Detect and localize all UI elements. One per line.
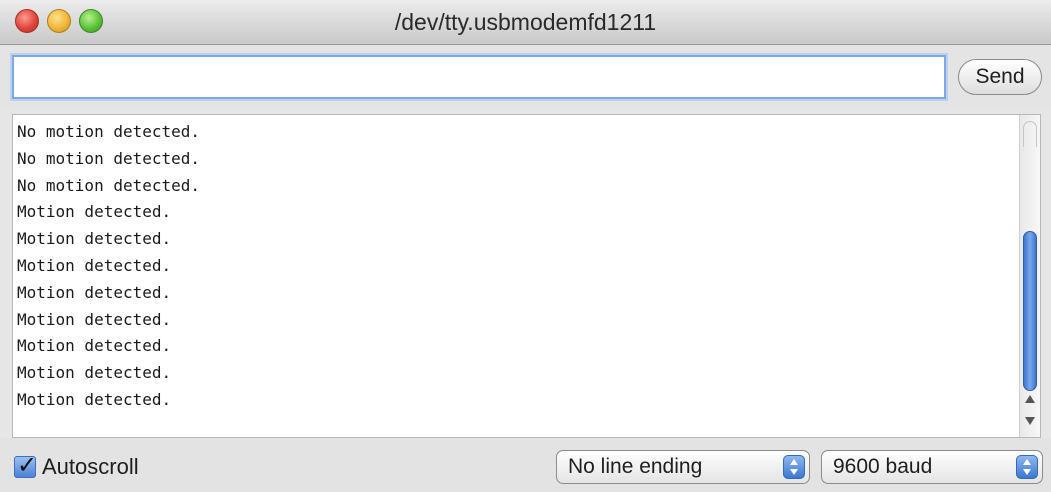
bottom-bar: ✓ Autoscroll No line ending 9600 baud (0, 438, 1051, 492)
scroll-thumb[interactable] (1023, 231, 1037, 391)
send-button[interactable]: Send (958, 59, 1042, 95)
line-ending-value: No line ending (568, 455, 703, 478)
scroll-up-arrow-icon[interactable] (1025, 395, 1035, 403)
scroll-track-cap (1023, 121, 1037, 147)
checkmark-icon: ✓ (17, 451, 38, 479)
output-line: Motion detected. (17, 229, 172, 249)
send-input[interactable] (12, 55, 946, 99)
output-line: Motion detected. (17, 309, 172, 329)
output-line: No motion detected. (17, 148, 201, 168)
serial-output[interactable]: No motion detected. No motion detected. … (12, 114, 1041, 438)
window-title: /dev/tty.usbmodemfd1211 (394, 9, 657, 35)
baud-rate-select[interactable]: 9600 baud (821, 450, 1043, 484)
updown-arrows-icon[interactable] (1016, 455, 1038, 479)
send-row: Send (0, 45, 1051, 111)
output-line: No motion detected. (17, 122, 201, 141)
baud-rate-value: 9600 baud (833, 455, 933, 478)
vertical-scrollbar[interactable] (1019, 115, 1040, 437)
serial-monitor-window: /dev/tty.usbmodemfd1211 Send No motion d… (0, 0, 1051, 492)
output-line: Motion detected. (17, 389, 172, 409)
output-lines: No motion detected. No motion detected. … (17, 119, 200, 414)
output-line: Motion detected. (17, 202, 172, 222)
scroll-down-arrow-icon[interactable] (1025, 417, 1035, 425)
title-bar[interactable]: /dev/tty.usbmodemfd1211 (0, 0, 1051, 45)
checkbox-box[interactable]: ✓ (14, 451, 37, 479)
updown-arrows-icon[interactable] (783, 455, 805, 479)
line-ending-select[interactable]: No line ending (556, 450, 810, 484)
output-line: Motion detected. (17, 282, 172, 302)
output-line: Motion detected. (17, 336, 172, 356)
output-line: No motion detected. (17, 175, 201, 195)
output-line: Motion detected. (17, 363, 172, 383)
autoscroll-label: Autoscroll (42, 454, 139, 479)
output-line: Motion detected. (17, 255, 172, 275)
autoscroll-checkbox[interactable]: ✓ Autoscroll (14, 451, 139, 480)
